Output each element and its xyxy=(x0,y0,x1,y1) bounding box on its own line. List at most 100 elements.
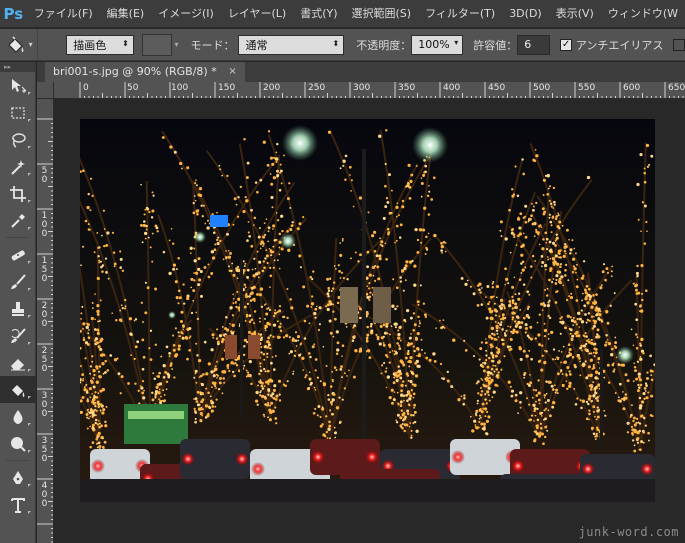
submenu-indicator xyxy=(28,261,31,264)
tool-healing[interactable] xyxy=(0,241,36,268)
ruler-label: 200 xyxy=(263,83,281,93)
ruler-label: 350 xyxy=(398,83,416,93)
submenu-indicator xyxy=(28,484,31,487)
ruler-label: 100 xyxy=(171,83,189,93)
blur-icon xyxy=(13,409,23,424)
ruler-origin[interactable] xyxy=(37,82,54,99)
brush-icon xyxy=(11,273,26,289)
tolerance-label: 許容値： xyxy=(473,38,518,52)
mode-value: 通常 xyxy=(245,38,268,52)
menu-image[interactable]: イメージ(I) xyxy=(151,0,221,28)
toolbox-grip[interactable]: ▸▸ xyxy=(0,62,35,72)
ruler-label: 5 0 xyxy=(41,166,48,185)
photoshop-logo: Ps xyxy=(3,4,24,23)
watermark-text: junk-word.com xyxy=(578,525,679,539)
dodge-icon xyxy=(11,436,26,452)
mode-label: モード： xyxy=(190,38,235,52)
healing-icon xyxy=(11,250,25,260)
crop-icon xyxy=(10,185,26,202)
menu-type[interactable]: 書式(Y) xyxy=(293,0,344,28)
updown-icon: ⬍ xyxy=(332,38,340,48)
move-icon xyxy=(12,78,27,93)
tool-eraser[interactable] xyxy=(0,349,36,376)
tool-history-brush[interactable] xyxy=(0,322,36,349)
tool-lasso[interactable] xyxy=(0,126,36,153)
tolerance-value: 6 xyxy=(524,38,532,51)
tool-dodge[interactable] xyxy=(0,430,36,457)
magic-wand-icon xyxy=(11,159,25,175)
ruler-label: 150 xyxy=(218,83,236,93)
menu-filter[interactable]: フィルター(T) xyxy=(418,0,502,28)
tool-stamp[interactable] xyxy=(0,295,36,322)
ruler-label: 3 5 0 xyxy=(41,436,48,464)
ruler-label: 450 xyxy=(488,83,506,93)
tolerance-field[interactable]: 6 xyxy=(517,34,551,55)
pattern-swatch[interactable] xyxy=(141,33,173,56)
submenu-indicator xyxy=(28,511,31,514)
antialias-label: アンチエイリアス xyxy=(575,38,664,52)
tool-pen[interactable] xyxy=(0,464,36,491)
submenu-indicator xyxy=(28,200,31,203)
submenu-indicator xyxy=(28,369,31,372)
chevron-down-icon: ▾ xyxy=(454,37,459,47)
ruler-label: 0 xyxy=(83,83,89,93)
menu-edit[interactable]: 編集(E) xyxy=(100,0,152,28)
submenu-indicator xyxy=(28,315,31,318)
vertical-ruler[interactable]: 5 0 1 0 0 1 5 0 2 0 0 2 5 0 3 0 0 3 5 0 … xyxy=(37,99,54,543)
menu-select[interactable]: 選択範囲(S) xyxy=(345,0,419,28)
antialias-checkbox[interactable]: ✓ xyxy=(560,38,572,51)
ruler-label: 650 xyxy=(668,83,685,93)
toolbox-divider xyxy=(6,460,29,461)
canvas-area[interactable] xyxy=(54,99,685,543)
submenu-indicator xyxy=(28,450,31,453)
ruler-label: 250 xyxy=(308,83,326,93)
menu-window[interactable]: ウィンドウ(W xyxy=(601,0,685,28)
submenu-indicator xyxy=(28,173,31,176)
menu-file[interactable]: ファイル(F) xyxy=(27,0,100,28)
mode-select[interactable]: 通常 ⬍ xyxy=(238,34,345,55)
marquee-icon xyxy=(11,106,25,119)
ruler-label: 3 0 0 xyxy=(41,391,48,419)
chevron-down-icon: ▾ xyxy=(28,40,33,49)
tool-blur[interactable] xyxy=(0,403,36,430)
lasso-icon xyxy=(12,132,26,148)
eraser-icon xyxy=(11,358,25,370)
fill-source-select[interactable]: 描画色 ⬍ xyxy=(66,34,134,55)
document-tab[interactable]: bri001-s.jpg @ 90% (RGB/8) * × xyxy=(45,62,245,82)
tool-brush[interactable] xyxy=(0,268,36,295)
tool-magic-wand[interactable] xyxy=(0,153,36,180)
night-illumination-photo xyxy=(80,119,655,502)
paint-bucket-icon xyxy=(7,35,23,53)
ruler-label: 2 5 0 xyxy=(41,346,48,374)
fill-source-value: 描画色 xyxy=(73,38,107,52)
type-icon xyxy=(11,497,25,513)
document-image[interactable] xyxy=(80,119,655,502)
tool-crop[interactable] xyxy=(0,180,36,207)
ruler-label: 2 0 0 xyxy=(41,301,48,329)
options-bar: ▾ 描画色 ⬍ ▾ モード： 通常 ⬍ 不透明度： 100% ▾ 許容値： 6 … xyxy=(0,28,685,61)
menu-bar: Ps ファイル(F) 編集(E) イメージ(I) レイヤー(L) 書式(Y) 選… xyxy=(0,0,685,28)
ruler-label: 1 0 0 xyxy=(41,211,48,239)
tool-type[interactable] xyxy=(0,491,36,518)
tool-paint-bucket[interactable] xyxy=(0,376,36,403)
tool-eyedropper[interactable] xyxy=(0,207,36,234)
paint-bucket-icon xyxy=(12,384,25,397)
document-tab-title: bri001-s.jpg @ 90% (RGB/8) * xyxy=(53,65,217,78)
tool-preset-picker[interactable]: ▾ xyxy=(0,28,39,61)
opacity-value: 100% xyxy=(418,38,450,51)
menu-3d[interactable]: 3D(D) xyxy=(502,0,549,28)
tool-marquee[interactable] xyxy=(0,99,36,126)
contiguous-checkbox[interactable] xyxy=(673,38,685,51)
opacity-field[interactable]: 100% ▾ xyxy=(411,34,464,55)
close-icon[interactable]: × xyxy=(228,62,236,82)
horizontal-ruler[interactable]: 0 50 100 150 200 250 300 350 400 450 500… xyxy=(54,82,685,99)
menu-layer[interactable]: レイヤー(L) xyxy=(221,0,293,28)
menu-view[interactable]: 表示(V) xyxy=(549,0,601,28)
submenu-indicator xyxy=(28,423,31,426)
tool-move[interactable] xyxy=(0,72,36,99)
document-tab-strip: bri001-s.jpg @ 90% (RGB/8) * × xyxy=(37,62,685,82)
updown-icon: ⬍ xyxy=(122,38,129,48)
submenu-indicator xyxy=(28,396,31,399)
chevron-down-icon: ▾ xyxy=(174,40,179,49)
toolbox: ▸▸ xyxy=(0,62,36,543)
